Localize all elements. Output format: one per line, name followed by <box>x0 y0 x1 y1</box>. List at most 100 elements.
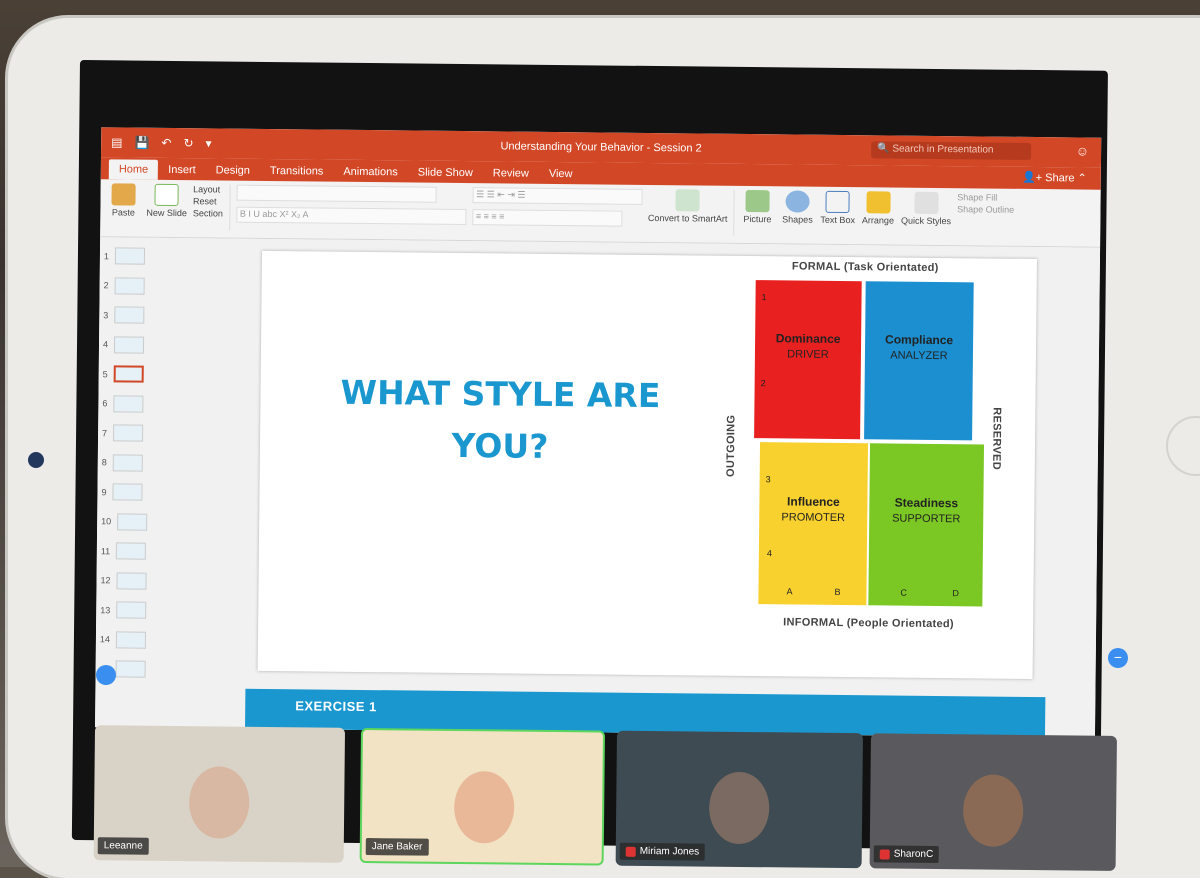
paste-button[interactable]: Paste <box>106 183 140 218</box>
thumbnail-image <box>112 454 143 472</box>
left-axis-label: OUTGOING <box>724 414 738 478</box>
thumbnail-image <box>115 660 146 678</box>
tab-review[interactable]: Review <box>483 163 539 184</box>
quadrant-subtitle: PROMOTER <box>781 511 846 524</box>
slide-thumbnails: 123456789101112131415 <box>95 237 170 728</box>
participant-name: Jane Baker <box>365 838 429 856</box>
quick-styles-icon <box>914 191 939 214</box>
thumbnail-image <box>116 601 147 619</box>
column-letter: B <box>834 586 841 597</box>
feedback-icon[interactable]: ☺ <box>1076 143 1089 158</box>
shape-fill-button[interactable]: Shape Fill <box>957 192 1014 203</box>
divider <box>733 189 735 236</box>
thumbnail-image <box>114 306 145 324</box>
shape-outline-button[interactable]: Shape Outline <box>957 204 1014 215</box>
slide-thumbnail[interactable]: 11 <box>97 536 167 566</box>
thumbnail-number: 2 <box>103 280 109 291</box>
slide-thumbnail[interactable]: 6 <box>98 389 168 419</box>
new-slide-button[interactable]: New Slide <box>146 183 187 218</box>
participant-video <box>708 771 770 845</box>
thumbnail-image <box>117 513 148 531</box>
thumbnail-image <box>115 631 147 649</box>
slide-thumbnail[interactable]: 14 <box>96 625 166 655</box>
divider <box>228 184 231 231</box>
arrange-button[interactable]: Arrange <box>861 191 895 226</box>
tab-transitions[interactable]: Transitions <box>260 161 334 182</box>
row-number: 4 <box>766 548 772 559</box>
bottom-axis-label: INFORMAL (People Orientated) <box>783 616 954 631</box>
quadrant-subtitle: DRIVER <box>787 347 829 361</box>
quadrant-title: Dominance <box>775 330 841 346</box>
section-button[interactable]: Section <box>193 208 223 218</box>
participants-icon[interactable] <box>96 665 116 685</box>
disc-diagram: FORMAL (Task Orientated) INFORMAL (Peopl… <box>724 260 1003 638</box>
quadrant-dominance: Dominance DRIVER <box>754 280 862 440</box>
thumbnail-number: 8 <box>101 457 107 468</box>
new-slide-icon <box>154 183 179 207</box>
tab-insert[interactable]: Insert <box>158 160 206 180</box>
video-tile[interactable]: SharonC <box>869 733 1117 871</box>
thumbnail-image <box>113 365 144 383</box>
tab-view[interactable]: View <box>539 164 583 184</box>
slide-thumbnail[interactable]: 13 <box>96 595 166 625</box>
participant-video <box>188 766 250 839</box>
video-tile[interactable]: Jane Baker <box>359 727 606 866</box>
video-strip: Leeanne Jane Baker Miriam Jones SharonC <box>93 725 1117 876</box>
font-name-field[interactable] <box>236 184 437 203</box>
slide-canvas[interactable]: WHAT STYLE ARE YOU? FORMAL (Task Orienta… <box>257 250 1037 680</box>
smartart-icon <box>675 189 701 212</box>
row-number: 3 <box>765 474 771 485</box>
thumbnail-image <box>116 572 147 590</box>
thumbnail-number: 10 <box>101 516 112 527</box>
participant-name: Leeanne <box>97 837 149 855</box>
quadrant-influence: Influence PROMOTER <box>758 442 869 606</box>
align-bar[interactable]: ≡ ≡ ≡ ≡ <box>471 209 623 227</box>
text-box-button[interactable]: Text Box <box>820 190 855 225</box>
ribbon: Paste New Slide Layout Reset Section B I… <box>100 179 1101 248</box>
powerpoint-window: ▤ 💾 ↶ ↻ ▾ Understanding Your Behavior - … <box>95 127 1102 738</box>
slide-thumbnail[interactable]: 7 <box>98 418 168 448</box>
tab-design[interactable]: Design <box>206 160 260 181</box>
collapse-icon[interactable]: − <box>1108 648 1128 668</box>
thumbnail-image <box>113 336 145 354</box>
slide-thumbnail[interactable]: 12 <box>96 566 166 596</box>
slide-thumbnail[interactable]: 10 <box>97 507 167 537</box>
tab-home[interactable]: Home <box>108 159 159 180</box>
quadrant-title: Steadiness <box>894 495 959 511</box>
slide-thumbnail[interactable]: 8 <box>98 448 168 478</box>
slide-thumbnail[interactable]: 4 <box>99 330 169 360</box>
slide-thumbnail[interactable]: 1 <box>100 241 170 271</box>
thumbnail-number: 9 <box>101 486 107 498</box>
slide-thumbnail[interactable]: 9 <box>97 477 167 507</box>
thumbnail-number: 12 <box>100 575 111 586</box>
thumbnail-image <box>114 247 146 265</box>
quick-styles-button[interactable]: Quick Styles <box>901 191 951 226</box>
slide-thumbnail[interactable]: 5 <box>99 359 169 389</box>
reset-button[interactable]: Reset <box>193 196 223 206</box>
font-format-bar[interactable]: B I U abc X² X₂ A <box>235 206 467 226</box>
column-letter: D <box>952 588 960 599</box>
slide-thumbnail[interactable]: 2 <box>99 271 169 301</box>
video-tile[interactable]: Miriam Jones <box>615 730 863 869</box>
home-button[interactable] <box>1166 416 1200 476</box>
search-input[interactable]: 🔍 Search in Presentation <box>871 141 1032 160</box>
picture-button[interactable]: Picture <box>740 189 774 224</box>
quadrant-steadiness: Steadiness SUPPORTER <box>868 443 985 607</box>
list-bar[interactable]: ☰ ☰ ⇤ ⇥ ☰ <box>472 187 643 205</box>
quadrant-title: Influence <box>787 494 840 509</box>
quadrant-title: Compliance <box>885 331 954 347</box>
video-tile[interactable]: Leeanne <box>93 725 346 863</box>
thumbnail-number: 1 <box>103 251 110 262</box>
slide-thumbnail[interactable]: 3 <box>99 300 169 330</box>
shapes-icon <box>785 190 810 213</box>
tab-animations[interactable]: Animations <box>333 162 408 183</box>
mic-muted-icon <box>879 848 890 860</box>
column-letter: C <box>900 587 908 598</box>
thumbnail-number: 7 <box>102 428 108 439</box>
share-button[interactable]: 👤+ Share ⌃ <box>1022 171 1087 185</box>
shapes-button[interactable]: Shapes <box>780 190 814 225</box>
convert-smartart-button[interactable]: Convert to SmartArt <box>648 189 728 224</box>
tab-slideshow[interactable]: Slide Show <box>408 162 483 183</box>
thumbnail-image <box>114 277 145 295</box>
layout-button[interactable]: Layout <box>193 184 223 194</box>
